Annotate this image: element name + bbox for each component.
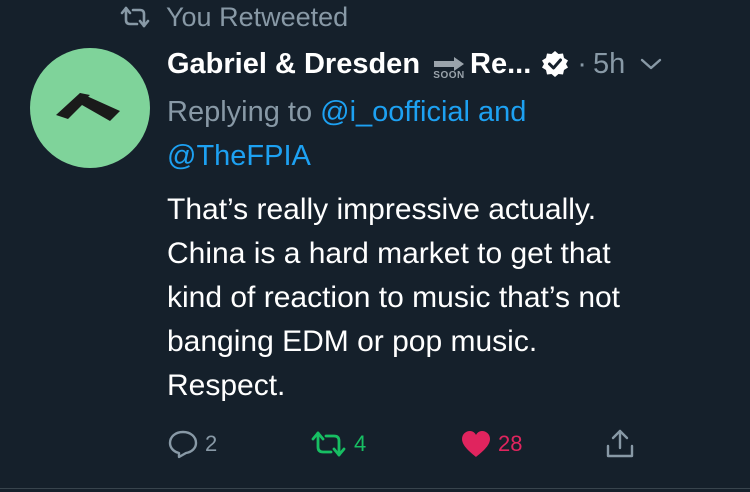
reply-icon — [168, 430, 198, 459]
chevron-down-icon[interactable] — [639, 56, 663, 72]
replying-to-prefix: Replying to — [167, 96, 313, 128]
verified-badge-icon — [541, 50, 569, 78]
author-display-name[interactable]: Gabriel & Dresden — [167, 48, 420, 81]
avatar[interactable] — [30, 48, 150, 168]
mention-link[interactable]: @i_oofficial — [320, 96, 470, 128]
mention-conjunction[interactable]: and — [478, 96, 526, 128]
tweet-header: Gabriel & Dresden SOON Re... · 5h — [167, 42, 730, 86]
soon-emoji-text: SOON — [433, 69, 465, 81]
tweet-text-line: China is a hard market to get that — [167, 237, 611, 270]
retweet-count: 4 — [354, 431, 367, 456]
anjunabeats-logo-icon — [56, 93, 120, 121]
tweet-actions: 2 4 28 — [0, 424, 750, 464]
tweet-text-line: banging EDM or pop music. — [167, 325, 538, 358]
like-button[interactable]: 28 — [460, 424, 522, 464]
tweet-timestamp[interactable]: 5h — [593, 48, 625, 81]
reply-button[interactable]: 2 — [167, 424, 217, 464]
heart-icon — [462, 431, 490, 457]
mention-link[interactable]: @TheFPIA — [167, 140, 311, 172]
tweet-text-line: That’s really impressive actually. — [167, 193, 597, 226]
share-icon — [606, 429, 634, 458]
retweet-context-text: You Retweeted — [166, 1, 349, 32]
author-name-suffix[interactable]: Re... — [470, 48, 531, 81]
retweet-context: You Retweeted — [118, 0, 348, 34]
soon-arrow-icon: SOON — [432, 56, 466, 81]
retweet-button[interactable]: 4 — [310, 424, 366, 464]
retweet-icon — [120, 6, 150, 28]
separator-dot: · — [577, 47, 587, 80]
tweet-text-line: Respect. — [167, 369, 286, 402]
tweet-text: That’s really impressive actually. China… — [167, 188, 727, 408]
replying-to: Replying to @i_oofficial and @TheFPIA — [167, 90, 687, 178]
retweet-icon — [311, 431, 346, 457]
divider — [0, 488, 750, 489]
reply-count: 2 — [205, 431, 218, 456]
like-count: 28 — [498, 431, 523, 456]
share-button[interactable] — [604, 424, 636, 464]
tweet-text-line: kind of reaction to music that’s not — [167, 281, 621, 314]
